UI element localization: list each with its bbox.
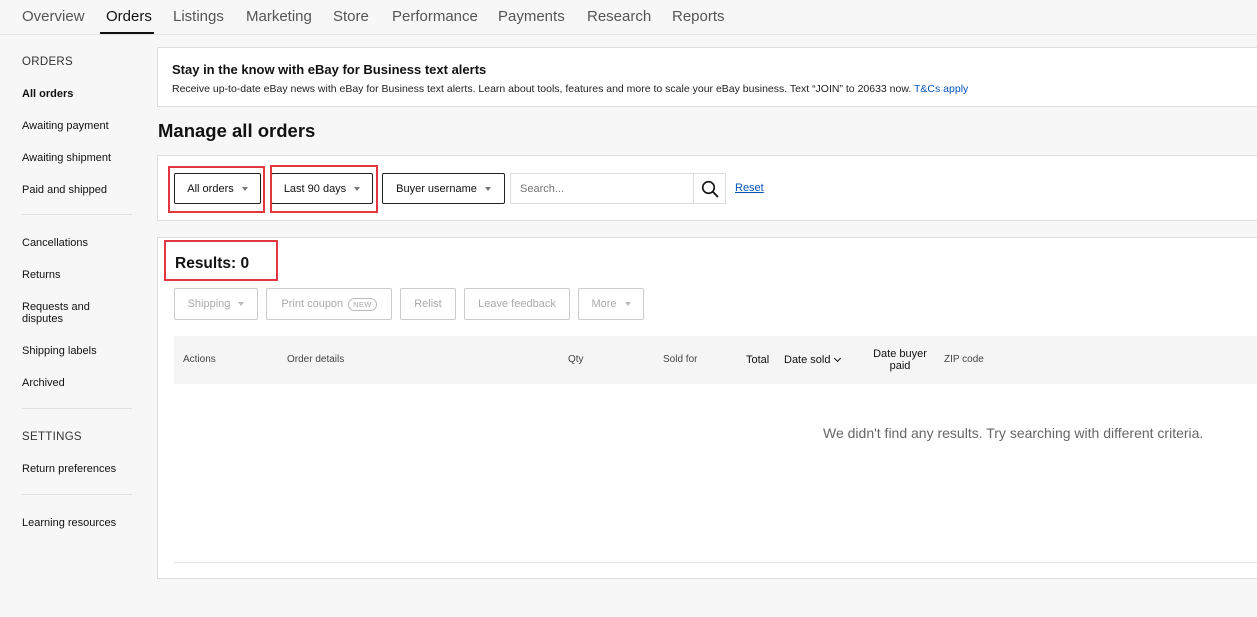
column-order-details: Order details	[287, 354, 345, 365]
sidebar-item-awaiting-shipment[interactable]: Awaiting shipment	[22, 152, 111, 164]
tab-payments[interactable]: Payments	[498, 8, 565, 35]
caret-down-icon	[354, 186, 361, 191]
more-button[interactable]: More	[578, 288, 644, 320]
sidebar-divider	[22, 494, 132, 495]
order-status-dropdown[interactable]: All orders	[174, 173, 261, 204]
tab-marketing[interactable]: Marketing	[246, 8, 312, 35]
period-dropdown[interactable]: Last 90 days	[271, 173, 373, 204]
tab-overview[interactable]: Overview	[22, 8, 85, 35]
tab-research[interactable]: Research	[587, 8, 651, 35]
table-bottom-divider	[174, 562, 1257, 563]
tab-orders[interactable]: Orders	[106, 8, 152, 35]
reset-link[interactable]: Reset	[735, 182, 764, 194]
search-by-dropdown[interactable]: Buyer username	[382, 173, 505, 204]
search-icon	[701, 180, 718, 197]
sidebar-item-requests-and-disputes[interactable]: Requests and disputes	[22, 301, 122, 325]
chevron-down-icon	[834, 354, 842, 363]
tab-reports[interactable]: Reports	[672, 8, 725, 35]
text-alerts-banner: Stay in the know with eBay for Business …	[157, 47, 1257, 107]
column-date-buyer-paid: Date buyer paid	[873, 348, 927, 372]
column-date-sold-sort[interactable]: Date sold	[784, 354, 842, 366]
page-title: Manage all orders	[158, 120, 316, 141]
caret-down-icon	[241, 186, 248, 191]
sidebar-item-shipping-labels[interactable]: Shipping labels	[22, 345, 97, 357]
caret-down-icon	[624, 302, 631, 306]
tab-store[interactable]: Store	[333, 8, 369, 35]
empty-results-message: We didn't find any results. Try searchin…	[823, 425, 1204, 441]
sidebar-item-learning-resources[interactable]: Learning resources	[22, 517, 116, 529]
banner-body: Receive up-to-date eBay news with eBay f…	[172, 83, 969, 95]
leave-feedback-button[interactable]: Leave feedback	[464, 288, 570, 320]
sidebar-item-return-preferences[interactable]: Return preferences	[22, 463, 116, 475]
column-zip-code: ZIP code	[944, 354, 984, 365]
banner-title: Stay in the know with eBay for Business …	[172, 62, 487, 77]
column-sold-for: Sold for	[663, 354, 698, 365]
caret-down-icon	[484, 186, 491, 191]
results-count: Results: 0	[175, 255, 250, 272]
shipping-button[interactable]: Shipping	[174, 288, 258, 320]
tcs-link[interactable]: T&Cs apply	[914, 83, 968, 95]
sidebar-item-cancellations[interactable]: Cancellations	[22, 237, 88, 249]
sidebar-heading-settings: SETTINGS	[22, 431, 82, 443]
sidebar-divider	[22, 408, 132, 409]
sidebar-item-returns[interactable]: Returns	[22, 269, 61, 281]
tab-listings[interactable]: Listings	[173, 8, 224, 35]
caret-down-icon	[238, 302, 245, 306]
sidebar-divider	[22, 214, 132, 215]
sidebar-heading-orders: ORDERS	[22, 56, 74, 68]
relist-button[interactable]: Relist	[400, 288, 456, 320]
search-button[interactable]	[693, 173, 726, 204]
sidebar-item-archived[interactable]: Archived	[22, 377, 65, 389]
sidebar-item-paid-and-shipped[interactable]: Paid and shipped	[22, 184, 107, 196]
active-tab-indicator	[100, 32, 154, 34]
sidebar-item-awaiting-payment[interactable]: Awaiting payment	[22, 120, 109, 132]
search-input[interactable]	[510, 173, 693, 204]
sidebar-item-all-orders[interactable]: All orders	[22, 88, 73, 100]
new-badge: NEW	[348, 297, 377, 311]
top-navigation: Overview Orders Listings Marketing Store…	[0, 0, 1257, 35]
column-total: Total	[746, 354, 770, 366]
orders-table-header: Actions Order details Qty Sold for Total…	[174, 336, 1257, 384]
print-coupon-button[interactable]: Print coupon NEW	[266, 288, 392, 320]
column-actions: Actions	[183, 354, 216, 365]
tab-performance[interactable]: Performance	[392, 8, 478, 35]
column-qty: Qty	[568, 354, 584, 365]
